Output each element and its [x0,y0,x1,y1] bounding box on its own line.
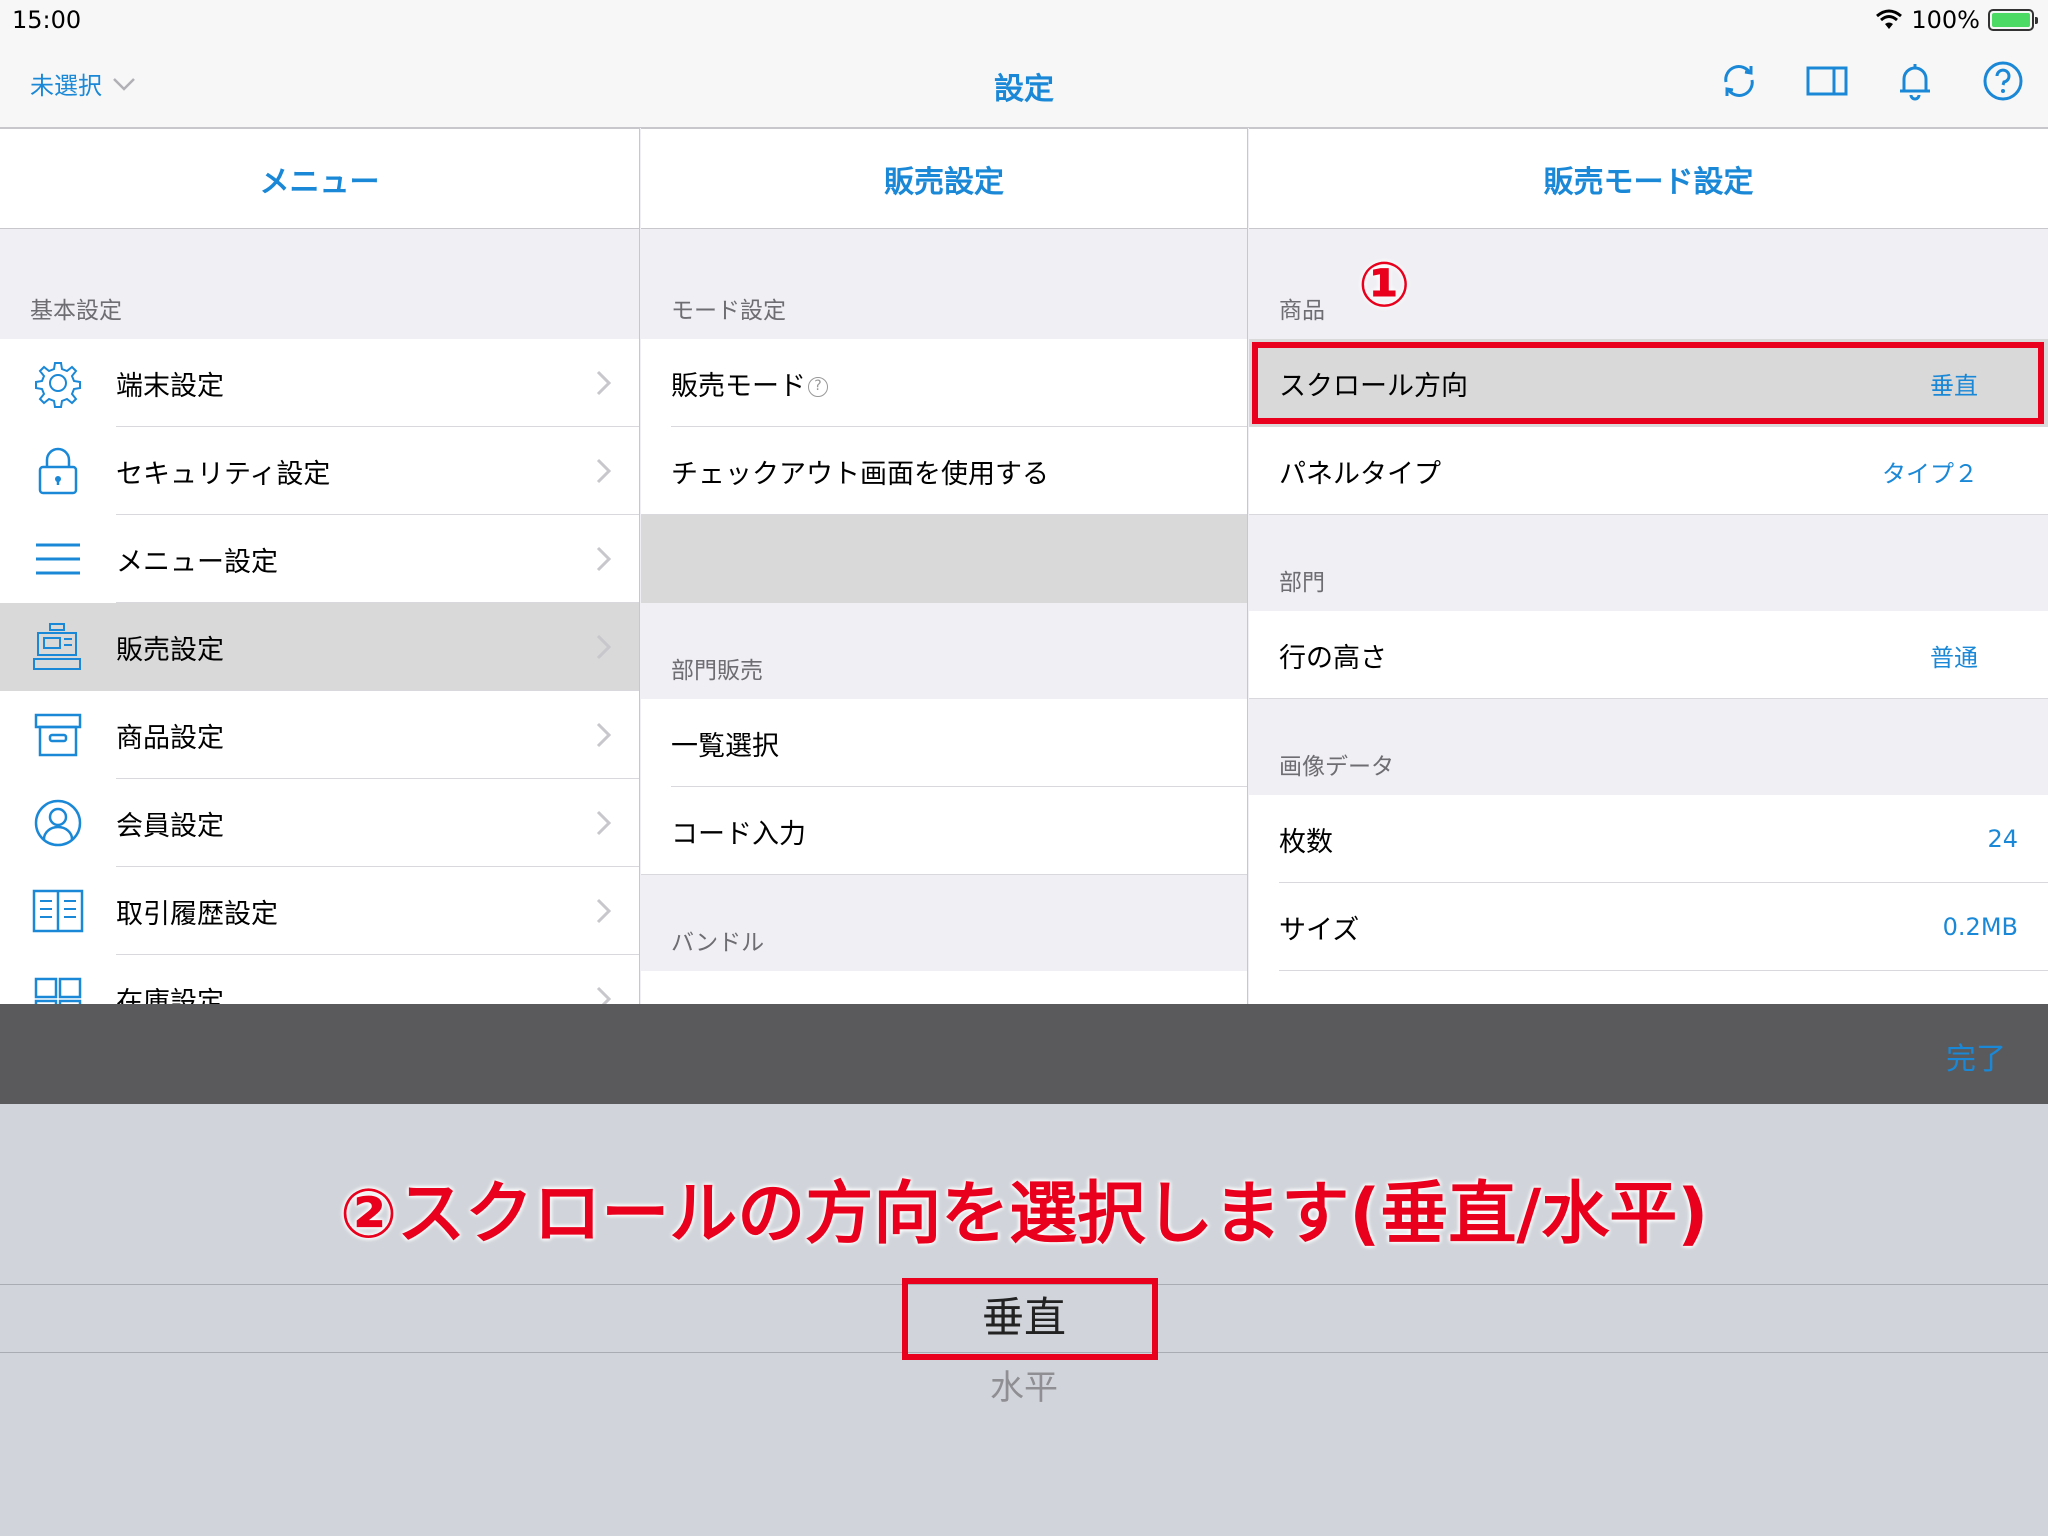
register-icon [33,623,81,670]
menu-item-product-settings[interactable]: 商品設定 [0,691,639,779]
image-size-label: サイズ [1279,914,1360,946]
lock-icon [38,447,78,495]
list-selection-label: 一覧選択 [671,730,779,762]
empty-cell [641,515,1247,603]
row-height-row[interactable]: 行の高さ 普通 [1249,611,2048,699]
picker-toolbar: 完了 [0,1004,2048,1104]
bell-icon[interactable] [1894,60,1936,102]
list-item[interactable] [641,971,1247,1004]
menu-item-security-settings[interactable]: セキュリティ設定 [0,427,639,515]
box-icon [34,713,82,757]
image-size-value: 0.2MB [1942,913,2018,941]
chevron-right-icon [596,986,612,1004]
help-icon[interactable] [1982,60,2024,102]
section-department-sales: 部門販売 [671,658,763,684]
chevron-right-icon [596,898,612,924]
menu-header: メニュー [0,128,639,229]
annotation-step-1: ① [1358,248,1411,321]
code-input-row[interactable]: コード入力 [641,787,1247,875]
annotation-highlight-picker-selection [902,1278,1158,1360]
navigation-bar: 未選択 設定 [0,40,2048,128]
menu-item-label: 商品設定 [116,722,224,754]
annotation-step-2: ②スクロールの方向を選択します(垂直/水平) [339,1175,1709,1254]
checkout-screen-label: チェックアウト画面を使用する [671,458,1049,490]
chevron-right-icon [596,810,612,836]
menu-item-label: メニュー設定 [116,546,278,578]
menu-item-label: 在庫設定 [116,986,224,1005]
chevron-right-icon [596,370,612,396]
panel-type-value: タイプ２ [1882,459,1978,488]
sales-settings-column: 販売設定 モード設定 販売モード? チェックアウト画面を使用する 部門販売 一覧… [641,128,1248,1004]
help-icon[interactable]: ? [808,377,828,397]
chevron-right-icon [596,546,612,572]
sales-mode-settings-header: 販売モード設定 [1249,128,2048,229]
section-department: 部門 [1279,570,1325,596]
annotation-highlight-scroll-direction [1252,342,2044,424]
checkout-screen-row[interactable]: チェックアウト画面を使用する [641,427,1247,515]
code-input-label: コード入力 [671,818,806,850]
sales-mode-row[interactable]: 販売モード? [641,339,1247,427]
menu-item-device-settings[interactable]: 端末設定 [0,339,639,427]
person-icon [34,799,82,847]
sales-settings-header: 販売設定 [641,128,1247,229]
menu-item-menu-settings[interactable]: メニュー設定 [0,515,639,603]
panel-type-label: パネルタイプ [1279,458,1441,490]
image-count-label: 枚数 [1279,826,1333,858]
status-bar: 15:00 100% [0,0,2048,40]
list-item[interactable] [1249,971,2048,1004]
section-basic-settings: 基本設定 [30,298,122,324]
menu-item-inventory-settings[interactable]: 在庫設定 [0,955,639,1004]
chevron-right-icon [596,722,612,748]
image-size-row[interactable]: サイズ 0.2MB [1249,883,2048,971]
section-image-data: 画像データ [1279,754,1394,780]
menu-lines-icon [36,543,80,575]
menu-item-label: 端末設定 [116,370,224,402]
split-view-icon[interactable] [1806,60,1848,102]
menu-item-label: 会員設定 [116,810,224,842]
done-button[interactable]: 完了 [1946,1034,2006,1078]
section-mode-settings: モード設定 [671,298,786,324]
picker-option-horizontal[interactable]: 水平 [0,1360,2048,1409]
section-bundle: バンドル [671,930,765,956]
menu-item-transaction-history-settings[interactable]: 取引履歴設定 [0,867,639,955]
battery-percent: 100% [1911,6,1980,34]
gear-icon [35,362,81,408]
sales-mode-label: 販売モード [671,370,806,402]
wifi-icon [1876,9,1903,29]
battery-icon [1988,9,2038,31]
shelf-icon [34,977,82,1004]
menu-item-label: セキュリティ設定 [116,458,331,490]
image-count-row[interactable]: 枚数 24 [1249,795,2048,883]
list-selection-row[interactable]: 一覧選択 [641,699,1247,787]
menu-item-label: 販売設定 [116,634,224,666]
chevron-right-icon [596,634,612,660]
menu-column: メニュー 基本設定 端末設定 セキュリティ設定 メニュー設定 販売設定 商品設定… [0,128,640,1004]
status-time: 15:00 [12,6,82,34]
menu-item-sales-settings[interactable]: 販売設定 [0,603,639,691]
chevron-right-icon [596,458,612,484]
row-height-label: 行の高さ [1279,642,1387,674]
row-height-value: 普通 [1930,643,1978,672]
menu-item-member-settings[interactable]: 会員設定 [0,779,639,867]
panel-type-row[interactable]: パネルタイプ タイプ２ [1249,427,2048,515]
menu-item-label: 取引履歴設定 [116,898,278,930]
book-icon [32,889,84,933]
sync-icon[interactable] [1718,60,1760,102]
image-count-value: 24 [1987,825,2018,853]
